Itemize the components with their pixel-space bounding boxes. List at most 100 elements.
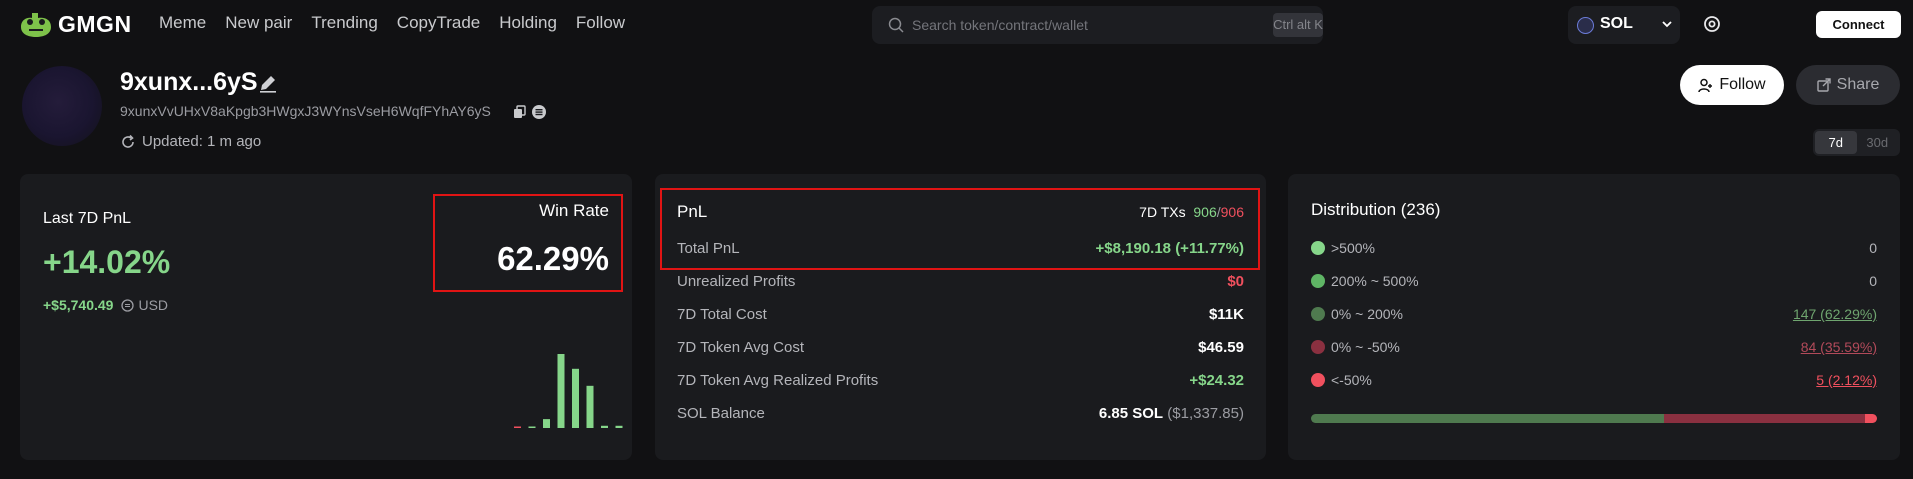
distribution-row: <-50% 5 (2.12%) (1311, 372, 1877, 388)
time-range-toggle: 7d 30d (1813, 129, 1900, 156)
dist-value-link[interactable]: 147 (62.29%) (1793, 306, 1877, 322)
pnl-header-row: PnL 7D TXs 906/906 (677, 202, 1244, 222)
share-icon (1816, 78, 1831, 92)
dist-value: 0 (1869, 273, 1877, 289)
dot-0-200-icon (1311, 307, 1325, 321)
explorer-link-icon[interactable] (531, 104, 547, 120)
logo-text: GMGN (58, 10, 132, 37)
win-rate-value: 62.29% (497, 240, 609, 277)
copy-icon[interactable] (513, 105, 527, 119)
search-bar: Ctrl alt K (872, 6, 1323, 44)
total-pnl-row: Total PnL +$8,190.18 (+11.77%) (677, 240, 1244, 257)
add-user-icon (1698, 78, 1713, 92)
pnl-distribution-mini-chart (514, 354, 623, 428)
nav-item-new-pair[interactable]: New pair (225, 13, 292, 33)
dist-label: >500% (1331, 240, 1375, 256)
frog-logo-icon (21, 13, 51, 37)
total-cost-label: 7D Total Cost (677, 306, 767, 323)
distribution-row: >500% 0 (1311, 240, 1877, 256)
last-pnl-percent: +14.02% (43, 244, 171, 280)
dist-label: 0% ~ 200% (1331, 306, 1403, 322)
connect-button[interactable]: Connect (1816, 11, 1901, 38)
last-pnl-title: Last 7D PnL (43, 210, 132, 227)
last-pnl-card: Last 7D PnL +14.02% +$5,740.49 USD Win R… (20, 174, 632, 460)
nav-item-holding[interactable]: Holding (499, 13, 557, 33)
chain-label: SOL (1600, 15, 1633, 32)
pnl-row: 7D Total Cost $11K (677, 306, 1244, 323)
nav-item-trending[interactable]: Trending (311, 13, 377, 33)
updated-text: Updated: 1 m ago (142, 133, 262, 150)
txs-sell-count: 906 (1220, 204, 1244, 220)
sol-balance-label: SOL Balance (677, 405, 765, 422)
nav-item-follow[interactable]: Follow (576, 13, 625, 33)
search-icon (888, 17, 904, 33)
chain-selector[interactable]: SOL (1568, 6, 1680, 44)
dot-under-neg50-icon (1311, 373, 1325, 387)
total-pnl-value: +$8,190.18 (+11.77%) (1095, 240, 1244, 257)
pnl-row: SOL Balance 6.85 SOL ($1,337.85) (677, 405, 1244, 422)
distribution-bar (1311, 414, 1877, 423)
currency-toggle[interactable]: USD (121, 297, 168, 313)
total-pnl-label: Total PnL (677, 240, 740, 257)
settings-gear-icon[interactable] (1702, 14, 1722, 34)
wallet-address: 9xunxVvUHxV8aKpgb3HWgxJ3WYnsVseH6WqfFYhA… (120, 103, 491, 119)
last-pnl-usd: +$5,740.49 USD (43, 297, 168, 313)
range-7d[interactable]: 7d (1815, 131, 1857, 154)
range-30d[interactable]: 30d (1857, 131, 1899, 154)
main-nav: Meme New pair Trending CopyTrade Holding… (159, 13, 625, 33)
distribution-row: 0% ~ 200% 147 (62.29%) (1311, 306, 1877, 322)
dist-value-link[interactable]: 5 (2.12%) (1816, 372, 1877, 388)
updated-status: Updated: 1 m ago (120, 133, 261, 150)
unrealized-profits-label: Unrealized Profits (677, 273, 796, 290)
avg-realized-label: 7D Token Avg Realized Profits (677, 372, 879, 389)
dot-0-neg50-icon (1311, 340, 1325, 354)
unrealized-profits-value: $0 (1227, 273, 1244, 290)
nav-item-meme[interactable]: Meme (159, 13, 206, 33)
share-button[interactable]: Share (1796, 65, 1900, 105)
wallet-name: 9xunx...6yS (120, 68, 258, 96)
dist-label: 200% ~ 500% (1331, 273, 1419, 289)
win-rate-label: Win Rate (539, 201, 609, 220)
chevron-down-icon (1662, 21, 1672, 28)
sol-balance-value-group: 6.85 SOL ($1,337.85) (1099, 405, 1244, 422)
refresh-icon[interactable] (120, 134, 136, 150)
nav-item-copytrade[interactable]: CopyTrade (397, 13, 480, 33)
dist-value-link[interactable]: 84 (35.59%) (1801, 339, 1877, 355)
txs-label: 7D TXs (1139, 204, 1186, 220)
sol-balance-value: 6.85 SOL (1098, 405, 1164, 422)
currency-label: USD (138, 297, 169, 313)
mini-chart-bar (572, 368, 579, 428)
mini-chart-bar (557, 354, 565, 428)
edit-pencil-icon[interactable] (257, 72, 279, 94)
search-input[interactable] (912, 15, 1212, 35)
dot-over-500-icon (1311, 241, 1325, 255)
mini-chart-bar (601, 425, 608, 428)
last-pnl-usd-amount: +$5,740.49 (43, 297, 114, 313)
pnl-card: PnL 7D TXs 906/906 Total PnL +$8,190.18 … (655, 174, 1266, 460)
total-cost-value: $11K (1208, 306, 1244, 323)
distribution-bar-segment (1311, 414, 1664, 423)
top-navigation-bar: GMGN Meme New pair Trending CopyTrade Ho… (0, 0, 1913, 50)
pnl-title: PnL (677, 202, 708, 221)
pnl-highlight-box (660, 188, 1260, 270)
avg-realized-value: +$24.32 (1189, 372, 1244, 389)
pnl-row: 7D Token Avg Cost $46.59 (677, 339, 1244, 356)
avg-cost-label: 7D Token Avg Cost (677, 339, 805, 356)
currency-switch-icon (121, 298, 135, 312)
mini-chart-bar (543, 419, 550, 428)
search-shortcut-hint: Ctrl alt K (1273, 13, 1323, 37)
mini-chart-bar (514, 426, 521, 428)
share-label: Share (1836, 76, 1880, 93)
mini-chart-bar (586, 385, 594, 428)
txs-buy-count: 906 (1193, 204, 1217, 220)
distribution-card: Distribution (236) >500% 0 200% ~ 500% 0… (1288, 174, 1900, 460)
pnl-row: 7D Token Avg Realized Profits +$24.32 (677, 372, 1244, 389)
sol-balance-usd: ($1,337.85) (1167, 405, 1244, 422)
distribution-row: 0% ~ -50% 84 (35.59%) (1311, 339, 1877, 355)
win-rate-box: Win Rate 62.29% (433, 194, 623, 292)
distribution-row: 200% ~ 500% 0 (1311, 273, 1877, 289)
mini-chart-bar (528, 426, 536, 428)
pnl-row: Unrealized Profits $0 (677, 273, 1244, 290)
logo[interactable]: GMGN (18, 9, 132, 39)
follow-button[interactable]: Follow (1680, 65, 1784, 105)
